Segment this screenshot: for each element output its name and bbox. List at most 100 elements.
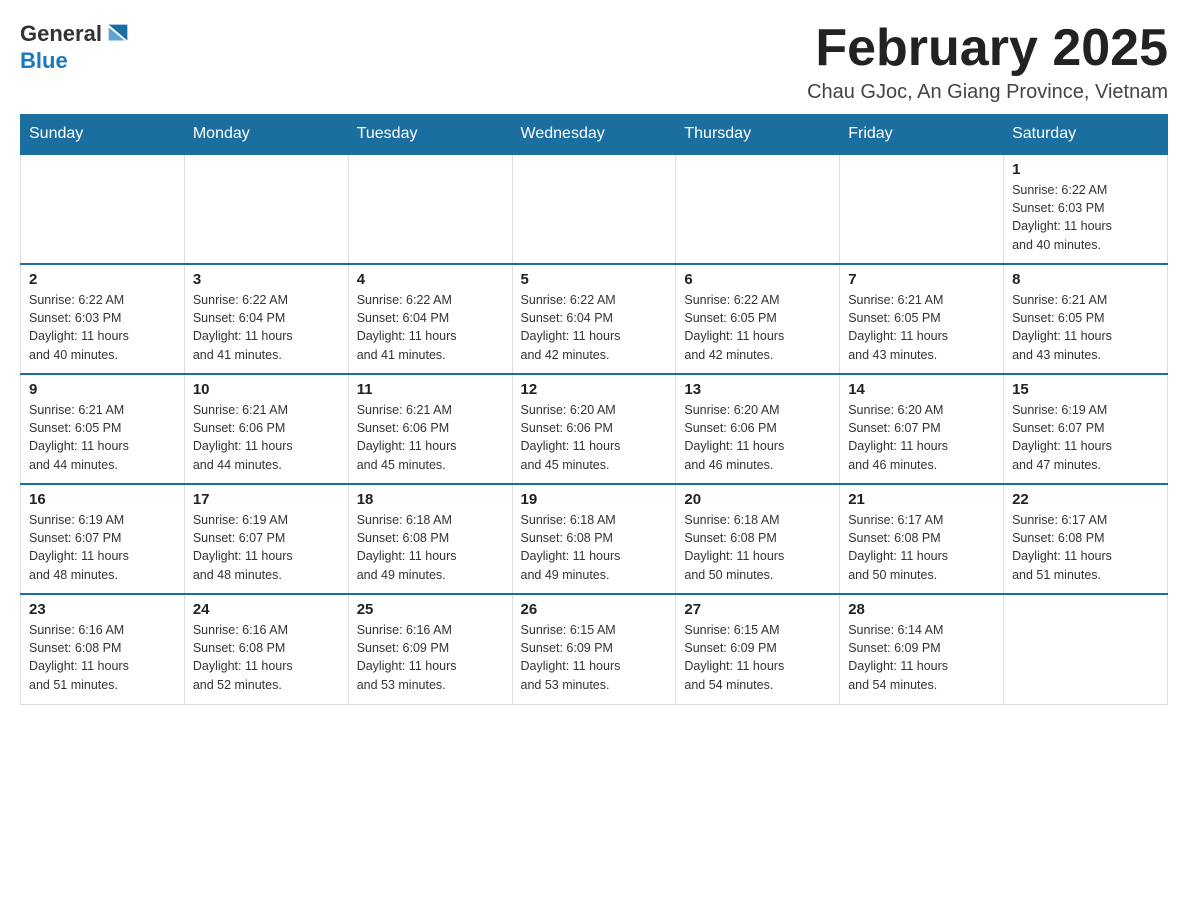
calendar-cell: 4Sunrise: 6:22 AM Sunset: 6:04 PM Daylig… [348, 264, 512, 374]
calendar-cell: 8 Sunrise: 6:21 AM Sunset: 6:05 PM Daylig… [1004, 264, 1168, 374]
day-number: 16 [29, 491, 176, 508]
day-info: Sunrise: 6:17 AM Sunset: 6:08 PM Dayligh… [1012, 511, 1159, 584]
day-number: 17 [193, 491, 340, 508]
logo-triangle-icon [104, 20, 132, 48]
day-info: Sunrise: 6:21 AM Sunset: 6:06 PM Dayligh… [357, 401, 504, 474]
calendar-week-row: 16 Sunrise: 6:19 AM Sunset: 6:07 PM Dayli… [21, 484, 1168, 594]
day-number: 9 [29, 381, 176, 398]
calendar-cell: 22 Sunrise: 6:17 AM Sunset: 6:08 PM Dayli… [1004, 484, 1168, 594]
calendar-cell: 5 Sunrise: 6:22 AM Sunset: 6:04 PM Daylig… [512, 264, 676, 374]
calendar-header-monday: Monday [184, 115, 348, 155]
calendar-cell [348, 154, 512, 264]
day-number: 22 [1012, 491, 1159, 508]
day-number: 7 [848, 271, 995, 288]
calendar-cell: 25Sunrise: 6:16 AM Sunset: 6:09 PM Dayli… [348, 594, 512, 704]
day-number: 14 [848, 381, 995, 398]
calendar-header-friday: Friday [840, 115, 1004, 155]
day-info: Sunrise: 6:20 AM Sunset: 6:07 PM Dayligh… [848, 401, 995, 474]
subtitle: Chau GJoc, An Giang Province, Vietnam [807, 81, 1168, 104]
day-number: 27 [684, 601, 831, 618]
day-info: Sunrise: 6:15 AM Sunset: 6:09 PM Dayligh… [684, 621, 831, 694]
day-info: Sunrise: 6:22 AM Sunset: 6:04 PM Dayligh… [521, 291, 668, 364]
day-number: 21 [848, 491, 995, 508]
calendar-cell: 20Sunrise: 6:18 AM Sunset: 6:08 PM Dayli… [676, 484, 840, 594]
calendar-cell: 28 Sunrise: 6:14 AM Sunset: 6:09 PM Dayli… [840, 594, 1004, 704]
day-number: 2 [29, 271, 176, 288]
calendar-cell: 6Sunrise: 6:22 AM Sunset: 6:05 PM Daylig… [676, 264, 840, 374]
calendar-cell [21, 154, 185, 264]
calendar-cell: 1 Sunrise: 6:22 AM Sunset: 6:03 PM Daylig… [1004, 154, 1168, 264]
calendar-cell: 16 Sunrise: 6:19 AM Sunset: 6:07 PM Dayli… [21, 484, 185, 594]
calendar-header-thursday: Thursday [676, 115, 840, 155]
day-number: 12 [521, 381, 668, 398]
day-info: Sunrise: 6:20 AM Sunset: 6:06 PM Dayligh… [684, 401, 831, 474]
day-number: 28 [848, 601, 995, 618]
day-number: 1 [1012, 161, 1159, 178]
calendar-cell: 17Sunrise: 6:19 AM Sunset: 6:07 PM Dayli… [184, 484, 348, 594]
calendar-cell: 21 Sunrise: 6:17 AM Sunset: 6:08 PM Dayli… [840, 484, 1004, 594]
day-number: 26 [521, 601, 668, 618]
day-info: Sunrise: 6:22 AM Sunset: 6:03 PM Dayligh… [29, 291, 176, 364]
calendar-week-row: 9 Sunrise: 6:21 AM Sunset: 6:05 PM Daylig… [21, 374, 1168, 484]
day-number: 3 [193, 271, 340, 288]
day-info: Sunrise: 6:15 AM Sunset: 6:09 PM Dayligh… [521, 621, 668, 694]
calendar-cell: 18 Sunrise: 6:18 AM Sunset: 6:08 PM Dayli… [348, 484, 512, 594]
calendar-cell: 9 Sunrise: 6:21 AM Sunset: 6:05 PM Daylig… [21, 374, 185, 484]
day-info: Sunrise: 6:16 AM Sunset: 6:09 PM Dayligh… [357, 621, 504, 694]
calendar-cell: 13 Sunrise: 6:20 AM Sunset: 6:06 PM Dayli… [676, 374, 840, 484]
day-number: 18 [357, 491, 504, 508]
calendar-header-sunday: Sunday [21, 115, 185, 155]
day-number: 20 [684, 491, 831, 508]
month-title: February 2025 [807, 20, 1168, 77]
day-number: 10 [193, 381, 340, 398]
day-info: Sunrise: 6:16 AM Sunset: 6:08 PM Dayligh… [193, 621, 340, 694]
day-number: 5 [521, 271, 668, 288]
day-number: 8 [1012, 271, 1159, 288]
calendar-cell: 27 Sunrise: 6:15 AM Sunset: 6:09 PM Dayli… [676, 594, 840, 704]
calendar-header-tuesday: Tuesday [348, 115, 512, 155]
day-info: Sunrise: 6:20 AM Sunset: 6:06 PM Dayligh… [521, 401, 668, 474]
day-number: 11 [357, 381, 504, 398]
day-info: Sunrise: 6:21 AM Sunset: 6:05 PM Dayligh… [848, 291, 995, 364]
calendar-cell: 7 Sunrise: 6:21 AM Sunset: 6:05 PM Daylig… [840, 264, 1004, 374]
calendar-table: SundayMondayTuesdayWednesdayThursdayFrid… [20, 114, 1168, 705]
day-number: 24 [193, 601, 340, 618]
calendar-week-row: 2 Sunrise: 6:22 AM Sunset: 6:03 PM Daylig… [21, 264, 1168, 374]
calendar-cell: 15Sunrise: 6:19 AM Sunset: 6:07 PM Dayli… [1004, 374, 1168, 484]
calendar-cell: 2 Sunrise: 6:22 AM Sunset: 6:03 PM Daylig… [21, 264, 185, 374]
calendar-cell: 12 Sunrise: 6:20 AM Sunset: 6:06 PM Dayli… [512, 374, 676, 484]
day-info: Sunrise: 6:21 AM Sunset: 6:05 PM Dayligh… [29, 401, 176, 474]
calendar-week-row: 23Sunrise: 6:16 AM Sunset: 6:08 PM Dayli… [21, 594, 1168, 704]
day-info: Sunrise: 6:22 AM Sunset: 6:03 PM Dayligh… [1012, 181, 1159, 254]
day-info: Sunrise: 6:16 AM Sunset: 6:08 PM Dayligh… [29, 621, 176, 694]
title-block: February 2025 Chau GJoc, An Giang Provin… [807, 20, 1168, 104]
calendar-header-row: SundayMondayTuesdayWednesdayThursdayFrid… [21, 115, 1168, 155]
day-info: Sunrise: 6:22 AM Sunset: 6:04 PM Dayligh… [357, 291, 504, 364]
day-info: Sunrise: 6:19 AM Sunset: 6:07 PM Dayligh… [29, 511, 176, 584]
calendar-cell: 3 Sunrise: 6:22 AM Sunset: 6:04 PM Daylig… [184, 264, 348, 374]
calendar-header-wednesday: Wednesday [512, 115, 676, 155]
day-info: Sunrise: 6:18 AM Sunset: 6:08 PM Dayligh… [357, 511, 504, 584]
calendar-cell [1004, 594, 1168, 704]
day-info: Sunrise: 6:14 AM Sunset: 6:09 PM Dayligh… [848, 621, 995, 694]
calendar-cell: 10 Sunrise: 6:21 AM Sunset: 6:06 PM Dayli… [184, 374, 348, 484]
calendar-cell: 23Sunrise: 6:16 AM Sunset: 6:08 PM Dayli… [21, 594, 185, 704]
page-header: General Blue February 2025 Chau GJoc, An… [20, 20, 1168, 104]
logo-blue: Blue [20, 48, 68, 73]
logo: General Blue [20, 20, 132, 74]
day-info: Sunrise: 6:17 AM Sunset: 6:08 PM Dayligh… [848, 511, 995, 584]
calendar-cell [676, 154, 840, 264]
calendar-cell: 26 Sunrise: 6:15 AM Sunset: 6:09 PM Dayli… [512, 594, 676, 704]
day-number: 19 [521, 491, 668, 508]
day-number: 13 [684, 381, 831, 398]
calendar-week-row: 1 Sunrise: 6:22 AM Sunset: 6:03 PM Daylig… [21, 154, 1168, 264]
logo-general: General [20, 21, 102, 47]
calendar-cell: 11 Sunrise: 6:21 AM Sunset: 6:06 PM Dayli… [348, 374, 512, 484]
day-info: Sunrise: 6:21 AM Sunset: 6:05 PM Dayligh… [1012, 291, 1159, 364]
calendar-header-saturday: Saturday [1004, 115, 1168, 155]
day-info: Sunrise: 6:22 AM Sunset: 6:04 PM Dayligh… [193, 291, 340, 364]
day-info: Sunrise: 6:21 AM Sunset: 6:06 PM Dayligh… [193, 401, 340, 474]
calendar-cell [184, 154, 348, 264]
calendar-cell: 19Sunrise: 6:18 AM Sunset: 6:08 PM Dayli… [512, 484, 676, 594]
calendar-cell [512, 154, 676, 264]
